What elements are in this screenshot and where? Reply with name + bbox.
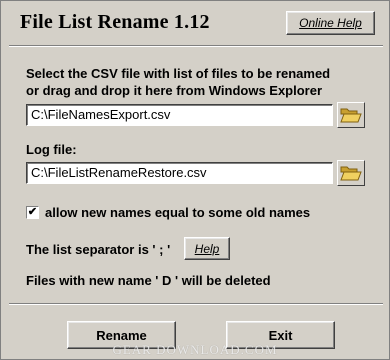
log-file-label: Log file:: [26, 142, 77, 157]
watermark: GEAR DOWNLOAD.COM: [112, 342, 278, 357]
bottom-divider: [9, 303, 383, 305]
browse-log-button[interactable]: [337, 160, 365, 186]
top-divider: [9, 45, 383, 47]
help-button[interactable]: Help: [184, 237, 230, 260]
delete-rule-text: Files with new name ' D ' will be delete…: [26, 273, 271, 288]
instruction-line-2: or drag and drop it here from Windows Ex…: [26, 83, 323, 98]
app-window: File List Rename 1.12 Online Help Select…: [0, 0, 390, 360]
folder-open-icon: [340, 166, 362, 181]
browse-csv-button[interactable]: [337, 102, 365, 128]
separator-text: The list separator is ' ; ': [26, 242, 171, 257]
app-title: File List Rename 1.12: [20, 11, 210, 33]
allow-equal-names-checkbox[interactable]: ✔: [26, 206, 39, 219]
log-file-field[interactable]: C:\FileListRenameRestore.csv: [26, 162, 333, 184]
instruction-line-1: Select the CSV file with list of files t…: [26, 66, 331, 81]
folder-open-icon: [340, 108, 362, 123]
online-help-button[interactable]: Online Help: [286, 11, 375, 35]
allow-equal-names-label[interactable]: allow new names equal to some old names: [45, 204, 310, 221]
csv-file-field[interactable]: C:\FileNamesExport.csv: [26, 104, 333, 126]
